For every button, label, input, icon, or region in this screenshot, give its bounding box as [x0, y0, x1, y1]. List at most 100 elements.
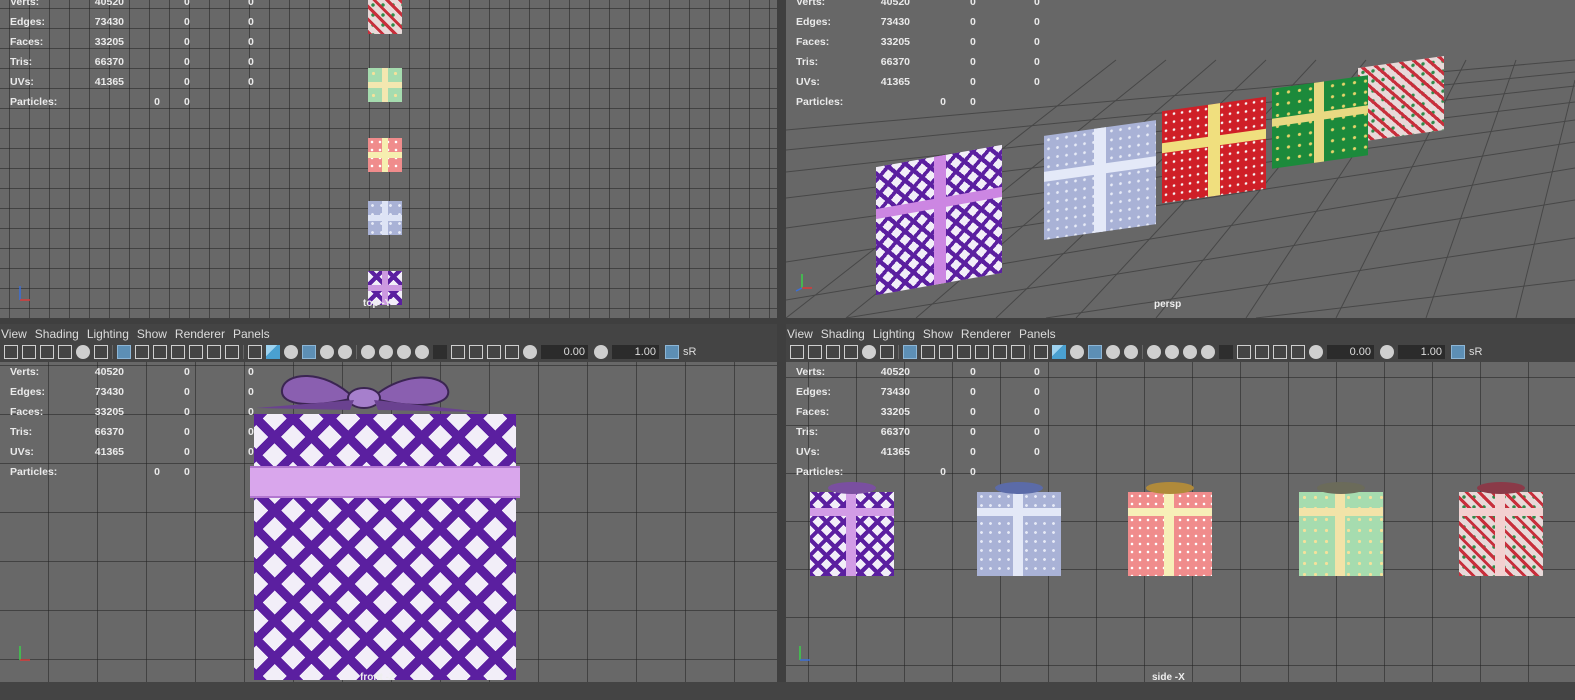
isolate-select-icon[interactable]	[433, 345, 447, 359]
exposure-icon[interactable]	[1309, 345, 1323, 359]
anti-aliasing-icon[interactable]	[397, 345, 411, 359]
view-transform-label[interactable]: sR	[1469, 346, 1482, 358]
bookmark-icon[interactable]	[826, 345, 840, 359]
gift-red[interactable]	[1162, 96, 1266, 204]
image-plane-icon[interactable]	[58, 345, 72, 359]
lights-icon[interactable]	[1106, 345, 1120, 359]
color-management-icon[interactable]	[665, 345, 679, 359]
gift-blue[interactable]	[368, 201, 402, 235]
gift-candy[interactable]	[1459, 492, 1543, 576]
gift-green[interactable]	[1272, 75, 1368, 169]
gift-mint[interactable]	[1299, 492, 1383, 576]
menu-lighting[interactable]: Lighting	[86, 326, 136, 342]
menu-panels[interactable]: Panels	[1018, 326, 1063, 342]
frame-all-icon[interactable]	[1291, 345, 1305, 359]
field-chart-icon[interactable]	[975, 345, 989, 359]
safe-action-icon[interactable]	[993, 345, 1007, 359]
gate-mask-icon[interactable]	[171, 345, 185, 359]
menu-view[interactable]: View	[786, 326, 820, 342]
gift-purple[interactable]	[810, 492, 894, 576]
grease-pencil-icon[interactable]	[862, 345, 876, 359]
smooth-shade-icon[interactable]	[1052, 345, 1066, 359]
two-d-pan-icon[interactable]	[880, 345, 894, 359]
wireframe-icon[interactable]	[1034, 345, 1048, 359]
motion-blur-icon[interactable]	[379, 345, 393, 359]
film-gate-icon[interactable]	[921, 345, 935, 359]
frame-all-icon[interactable]	[505, 345, 519, 359]
gamma-icon[interactable]	[594, 345, 608, 359]
exposure-icon[interactable]	[523, 345, 537, 359]
image-plane-icon[interactable]	[844, 345, 858, 359]
grid-toggle-icon[interactable]	[903, 345, 917, 359]
grid-toggle-icon[interactable]	[117, 345, 131, 359]
color-management-icon[interactable]	[1451, 345, 1465, 359]
select-camera-icon[interactable]	[790, 345, 804, 359]
wireframe-icon[interactable]	[248, 345, 262, 359]
menu-view[interactable]: View	[0, 326, 34, 342]
xray-active-icon[interactable]	[469, 345, 483, 359]
grease-pencil-icon[interactable]	[76, 345, 90, 359]
shadows-icon[interactable]	[338, 345, 352, 359]
lights-icon[interactable]	[320, 345, 334, 359]
smooth-shade-icon[interactable]	[266, 345, 280, 359]
gamma-icon[interactable]	[1380, 345, 1394, 359]
default-material-icon[interactable]	[1070, 345, 1084, 359]
screen-space-ao-icon[interactable]	[361, 345, 375, 359]
xray-joints-icon[interactable]	[487, 345, 501, 359]
depth-of-field-icon[interactable]	[415, 345, 429, 359]
exposure-field[interactable]: 0.00	[1327, 345, 1374, 359]
isolate-select-icon[interactable]	[1219, 345, 1233, 359]
resolution-gate-icon[interactable]	[153, 345, 167, 359]
safe-title-icon[interactable]	[1011, 345, 1025, 359]
gamma-field[interactable]: 1.00	[1398, 345, 1445, 359]
menu-show[interactable]: Show	[136, 326, 174, 342]
field-chart-icon[interactable]	[189, 345, 203, 359]
menu-panels[interactable]: Panels	[232, 326, 277, 342]
bookmark-icon[interactable]	[40, 345, 54, 359]
menu-renderer[interactable]: Renderer	[174, 326, 232, 342]
gift-pink[interactable]	[368, 138, 402, 172]
film-gate-icon[interactable]	[135, 345, 149, 359]
exposure-field[interactable]: 0.00	[541, 345, 588, 359]
menu-shading[interactable]: Shading	[34, 326, 86, 342]
xray-joints-icon[interactable]	[1273, 345, 1287, 359]
depth-of-field-icon[interactable]	[1201, 345, 1215, 359]
menu-shading[interactable]: Shading	[820, 326, 872, 342]
camera-attributes-icon[interactable]	[22, 345, 36, 359]
textured-icon[interactable]	[1088, 345, 1102, 359]
gift-candy[interactable]	[1358, 55, 1444, 143]
pane-divider-vertical[interactable]	[777, 0, 786, 700]
menu-show[interactable]: Show	[922, 326, 960, 342]
xray-active-icon[interactable]	[1255, 345, 1269, 359]
gift-blue[interactable]	[977, 492, 1061, 576]
gift-blue[interactable]	[1044, 120, 1156, 240]
select-camera-icon[interactable]	[4, 345, 18, 359]
gift-candy[interactable]	[368, 0, 402, 34]
default-material-icon[interactable]	[284, 345, 298, 359]
gate-mask-icon[interactable]	[957, 345, 971, 359]
anti-aliasing-icon[interactable]	[1183, 345, 1197, 359]
gift-mint[interactable]	[368, 68, 402, 102]
safe-action-icon[interactable]	[207, 345, 221, 359]
camera-attributes-icon[interactable]	[808, 345, 822, 359]
gift-purple-front[interactable]	[250, 414, 520, 680]
xray-icon[interactable]	[451, 345, 465, 359]
resolution-gate-icon[interactable]	[939, 345, 953, 359]
screen-space-ao-icon[interactable]	[1147, 345, 1161, 359]
gift-pink[interactable]	[1128, 492, 1212, 576]
shadows-icon[interactable]	[1124, 345, 1138, 359]
textured-icon[interactable]	[302, 345, 316, 359]
viewport-top[interactable]: Verts: 40520 0 0 Edges: 73430 0 0 Faces: 33205 0…	[0, 0, 777, 318]
viewport-side[interactable]: Verts: 40520 0 0 Edges: 73430 0 0 Faces: 33205 0…	[786, 362, 1575, 682]
xray-icon[interactable]	[1237, 345, 1251, 359]
viewport-persp[interactable]: Verts: 40520 0 0 Edges: 73430 0 0 Faces: 33205 0…	[786, 0, 1575, 318]
motion-blur-icon[interactable]	[1165, 345, 1179, 359]
menu-lighting[interactable]: Lighting	[872, 326, 922, 342]
menu-renderer[interactable]: Renderer	[960, 326, 1018, 342]
viewport-front[interactable]: Verts: 40520 0 0 Edges: 73430 0 0 Faces: 33205 0…	[0, 362, 777, 682]
gamma-field[interactable]: 1.00	[612, 345, 659, 359]
safe-title-icon[interactable]	[225, 345, 239, 359]
gift-purple[interactable]	[876, 144, 1002, 296]
two-d-pan-icon[interactable]	[94, 345, 108, 359]
view-transform-label[interactable]: sR	[683, 346, 696, 358]
